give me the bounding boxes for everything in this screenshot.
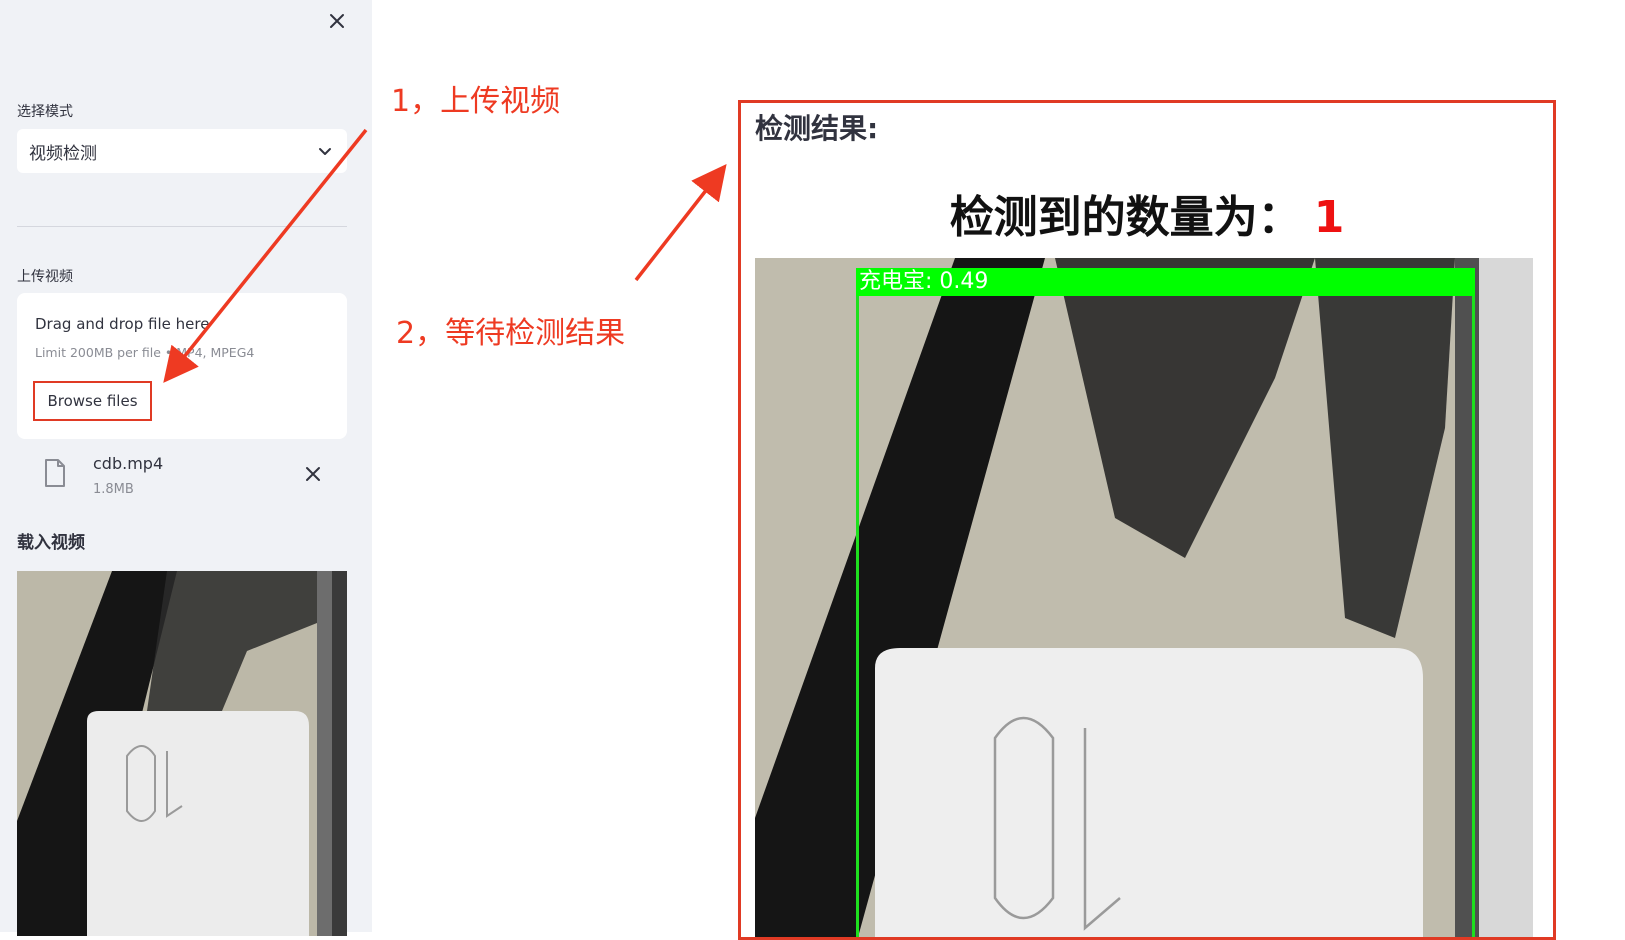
dropzone-title: Drag and drop file here — [35, 315, 210, 333]
loaded-video-title: 载入视频 — [17, 533, 85, 553]
arrow-to-result — [634, 163, 727, 282]
annotation-step2: 2，等待检测结果 — [396, 316, 626, 351]
close-icon — [330, 14, 344, 28]
close-sidebar-button[interactable] — [322, 6, 352, 36]
chevron-down-icon — [319, 148, 331, 155]
mode-select-value: 视频检测 — [29, 143, 97, 164]
detection-result-frame: 充电宝: 0.49 — [755, 258, 1533, 937]
file-size: 1.8MB — [93, 482, 134, 497]
detection-count-label: 检测到的数量为： — [949, 192, 1302, 243]
mode-select-label: 选择模式 — [17, 104, 73, 120]
detection-count-line: 检测到的数量为： 1 — [741, 181, 1553, 245]
detection-bounding-box — [856, 268, 1475, 937]
file-dropzone[interactable]: Drag and drop file here Limit 200MB per … — [17, 293, 347, 439]
detection-count-value: 1 — [1313, 192, 1345, 243]
result-heading: 检测结果: — [755, 112, 879, 145]
loaded-video-player[interactable] — [17, 571, 347, 936]
video-frame-image — [17, 571, 347, 936]
mode-select[interactable]: 视频检测 — [17, 129, 347, 173]
sidebar-divider — [17, 226, 347, 227]
dropzone-limit: Limit 200MB per file • MP4, MPEG4 — [35, 345, 255, 360]
file-name: cdb.mp4 — [93, 454, 164, 473]
close-icon — [306, 467, 320, 481]
file-icon — [45, 459, 65, 487]
uploaded-file-row: cdb.mp4 1.8MB — [17, 448, 347, 504]
remove-file-button[interactable] — [305, 466, 321, 486]
annotation-step1: 1，上传视频 — [391, 84, 561, 119]
sidebar: 选择模式 视频检测 上传视频 Drag and drop file here L… — [0, 0, 372, 936]
detection-label: 充电宝: 0.49 — [859, 269, 989, 294]
result-panel: 检测结果: 检测到的数量为： 1 充电宝: 0.49 — [738, 100, 1556, 940]
upload-label: 上传视频 — [17, 269, 73, 285]
browse-files-button[interactable]: Browse files — [33, 381, 152, 421]
